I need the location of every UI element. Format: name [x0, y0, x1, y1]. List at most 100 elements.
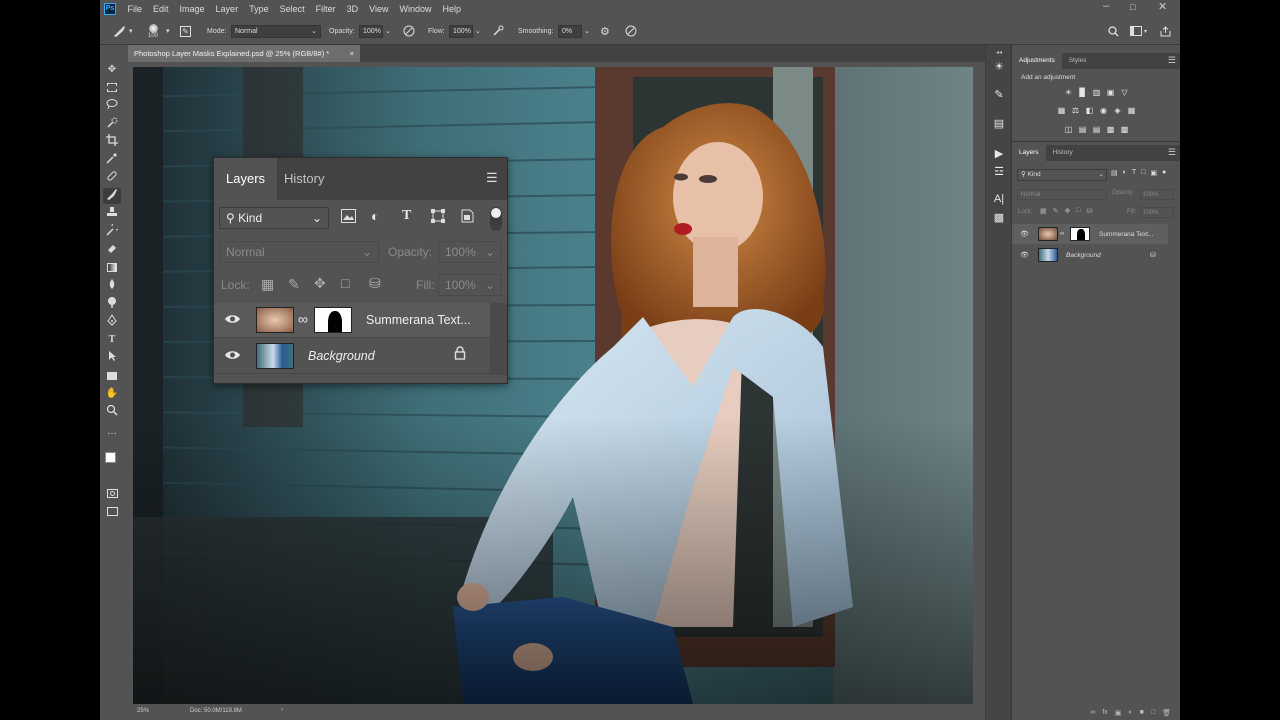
- more-tools-icon[interactable]: …: [103, 424, 121, 440]
- rectangle-icon[interactable]: [103, 368, 121, 384]
- small-layer-row-2[interactable]: 👁 Background ⛁: [1012, 245, 1168, 265]
- move-icon[interactable]: ✥: [103, 62, 121, 78]
- filter-toggle-switch[interactable]: [490, 207, 502, 231]
- blend-mode-select[interactable]: Normal ⌄: [219, 241, 379, 263]
- eye-icon[interactable]: 👁: [1020, 230, 1029, 238]
- channel-mixer-icon[interactable]: ◈: [1113, 106, 1122, 115]
- crop-icon[interactable]: [103, 134, 121, 150]
- vibrance-icon[interactable]: ▽: [1120, 88, 1129, 97]
- menu-edit[interactable]: Edit: [148, 4, 175, 14]
- marquee-icon[interactable]: [103, 80, 121, 96]
- photo-filter-icon[interactable]: ◉: [1099, 106, 1108, 115]
- tab-history-small[interactable]: History: [1046, 145, 1080, 161]
- close-button[interactable]: ✕: [1158, 0, 1167, 13]
- brush-icon[interactable]: [103, 188, 121, 204]
- hue-saturation-icon[interactable]: ▦: [1057, 106, 1066, 115]
- smoothing-input[interactable]: 0%: [558, 24, 582, 38]
- tab-history[interactable]: History: [272, 158, 336, 200]
- filter-smart-object-icon[interactable]: [461, 209, 474, 226]
- opacity-input[interactable]: 100%: [359, 24, 383, 38]
- link-layers-icon[interactable]: ∞: [1090, 709, 1095, 716]
- menu-image[interactable]: Image: [174, 4, 210, 14]
- filter-type-icon[interactable]: T: [402, 208, 411, 224]
- menu-select[interactable]: Select: [274, 4, 310, 14]
- foreground-color[interactable]: [105, 452, 116, 463]
- eye-icon[interactable]: 👁: [1020, 251, 1029, 259]
- new-layer-icon[interactable]: □: [1151, 709, 1155, 716]
- hand-icon[interactable]: ✋: [103, 386, 121, 402]
- opacity-input[interactable]: 100% ⌄: [438, 241, 502, 263]
- color-balance-icon[interactable]: ⚖: [1071, 106, 1080, 115]
- flow-input[interactable]: 100%: [449, 24, 473, 38]
- fx-icon[interactable]: fx: [1102, 709, 1107, 716]
- lock-image-icon-small[interactable]: ✎: [1053, 207, 1059, 215]
- healing-icon[interactable]: [103, 170, 121, 186]
- lock-all-icon-small[interactable]: ⛁: [1087, 207, 1093, 215]
- posterize-icon[interactable]: ▤: [1078, 125, 1087, 134]
- pressure-opacity-icon[interactable]: [403, 17, 415, 45]
- blur-icon[interactable]: [103, 278, 121, 294]
- delete-layer-icon[interactable]: 🗑: [1162, 709, 1171, 717]
- lock-all-icon[interactable]: ⛁: [369, 275, 381, 292]
- color-swatches[interactable]: [103, 444, 121, 474]
- menu-type[interactable]: Type: [244, 4, 275, 14]
- eye-icon[interactable]: [224, 312, 241, 330]
- eye-icon[interactable]: [224, 348, 241, 366]
- kind-filter-small[interactable]: ⚲ Kind ⌄: [1017, 169, 1107, 181]
- smoothing-settings-gear-icon[interactable]: ⚙: [600, 17, 610, 45]
- pen-icon[interactable]: [103, 314, 121, 330]
- maximize-button[interactable]: □: [1130, 2, 1135, 12]
- menu-file[interactable]: File: [122, 4, 148, 14]
- layer-mask-thumbnail[interactable]: [314, 307, 352, 333]
- lock-artboard-icon-small[interactable]: □: [1076, 207, 1080, 215]
- tab-layers-small[interactable]: Layers: [1012, 145, 1046, 161]
- menu-layer[interactable]: Layer: [210, 4, 244, 14]
- dock-glyphs-icon[interactable]: ▩: [986, 211, 1012, 224]
- filter-shape-icon[interactable]: [431, 209, 445, 226]
- tab-adjustments[interactable]: Adjustments: [1012, 53, 1062, 69]
- dock-actions-icon[interactable]: ☲: [986, 165, 1012, 178]
- chain-icon[interactable]: ∞: [1060, 231, 1064, 237]
- brush-settings-icon[interactable]: ✎: [180, 17, 191, 45]
- lock-transparent-pixels-icon[interactable]: ▦: [261, 276, 274, 293]
- threshold-icon[interactable]: ▤: [1092, 125, 1101, 134]
- dodge-icon[interactable]: [103, 296, 121, 312]
- eraser-icon[interactable]: [103, 242, 121, 258]
- eyedropper-icon[interactable]: [103, 152, 121, 168]
- filter-toggle-icon-small[interactable]: ●: [1162, 169, 1166, 177]
- screen-mode-icon[interactable]: [103, 504, 121, 520]
- layers-menu-icon-small[interactable]: ☰: [1168, 145, 1176, 160]
- selective-color-icon[interactable]: ▩: [1106, 125, 1115, 134]
- document-tab[interactable]: Photoshop Layer Masks Explained.psd @ 25…: [128, 45, 360, 62]
- pressure-size-icon[interactable]: [625, 17, 637, 45]
- color-lookup-icon[interactable]: ▦: [1127, 106, 1136, 115]
- type-icon[interactable]: T: [103, 332, 121, 348]
- new-group-icon[interactable]: ■: [1140, 709, 1144, 716]
- dock-character-icon[interactable]: A|: [986, 193, 1012, 205]
- gradient-icon[interactable]: [103, 260, 121, 276]
- share-icon[interactable]: [1160, 17, 1171, 45]
- menu-3d[interactable]: 3D: [341, 4, 364, 14]
- layer-row-background[interactable]: Background: [214, 339, 490, 374]
- brush-tool-icon[interactable]: ▾: [112, 17, 133, 45]
- lock-artboard-icon[interactable]: □: [341, 275, 349, 291]
- lock-transparent-icon-small[interactable]: ▦: [1040, 207, 1047, 215]
- gradient-map-icon[interactable]: ▩: [1120, 125, 1129, 134]
- tab-styles[interactable]: Styles: [1062, 53, 1094, 69]
- lock-position-icon[interactable]: ✥: [314, 275, 326, 292]
- invert-icon[interactable]: ◫: [1064, 125, 1073, 134]
- airbrush-icon[interactable]: [492, 17, 504, 45]
- quick-select-icon[interactable]: [103, 116, 121, 132]
- kind-filter-select[interactable]: ⚲ Kind ⌄: [219, 207, 329, 229]
- filter-adjust-icon-small[interactable]: ◐: [1123, 169, 1127, 177]
- dock-collapse-icon[interactable]: ◂◂: [986, 49, 1012, 56]
- dock-play-icon[interactable]: ▶: [986, 147, 1012, 160]
- lock-image-pixels-icon[interactable]: ✎: [288, 276, 300, 293]
- adjustments-menu-icon[interactable]: ☰: [1168, 53, 1176, 68]
- filter-shape-icon-small[interactable]: □: [1141, 169, 1145, 177]
- new-adjustment-icon[interactable]: ◐: [1128, 709, 1132, 716]
- filter-pixel-icon-small[interactable]: ▤: [1111, 169, 1118, 177]
- filter-smart-icon-small[interactable]: ▣: [1150, 169, 1157, 177]
- filter-adjustment-icon[interactable]: ◐: [371, 208, 379, 224]
- lock-position-icon-small[interactable]: ✥: [1065, 207, 1071, 215]
